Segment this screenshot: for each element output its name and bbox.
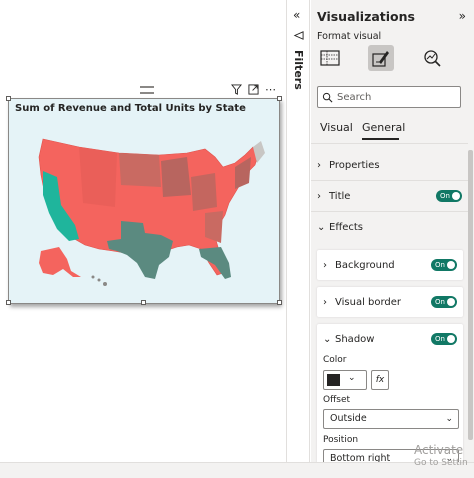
section-properties-label: Properties	[329, 159, 380, 171]
more-options-icon[interactable]: ⋯	[265, 84, 276, 98]
filter-funnel-icon	[293, 30, 304, 44]
shadow-offset-value: Outside	[330, 413, 367, 424]
section-visual-border[interactable]: › Visual border On	[317, 287, 463, 317]
visual-border-card: › Visual border On	[317, 287, 463, 317]
focus-mode-icon[interactable]	[248, 84, 259, 98]
chevron-down-icon: ⌄	[323, 333, 332, 345]
chevron-right-icon: ›	[323, 259, 327, 271]
section-properties[interactable]: › Properties	[311, 150, 468, 180]
resize-handle-bottom[interactable]	[141, 300, 146, 305]
map-region-midwest	[161, 157, 191, 197]
map-region-hawaii-3	[103, 282, 107, 286]
map-region-plains	[119, 153, 161, 187]
section-title-label: Title	[329, 190, 351, 202]
resize-handle-top-left[interactable]	[6, 96, 11, 101]
chevron-down-icon: ⌄	[317, 221, 326, 233]
shadow-offset-dropdown[interactable]: Outside ⌄	[323, 409, 459, 429]
section-title[interactable]: › Title On	[311, 181, 468, 211]
shadow-toggle[interactable]: On	[431, 333, 457, 345]
section-shadow[interactable]: ⌄ Shadow On	[317, 324, 463, 354]
filters-pane-collapsed[interactable]: « Filters	[286, 0, 310, 462]
section-effects-label: Effects	[329, 221, 363, 233]
background-toggle[interactable]: On	[431, 259, 457, 271]
color-swatch	[327, 374, 340, 386]
filters-label[interactable]: Filters	[292, 50, 305, 90]
resize-handle-bottom-left[interactable]	[6, 300, 11, 305]
search-icon	[322, 88, 333, 107]
shadow-offset-label: Offset	[323, 395, 351, 405]
status-strip	[0, 462, 474, 478]
collapse-pane-icon[interactable]: «	[293, 8, 300, 22]
map-region-mountain	[79, 147, 117, 207]
build-visual-icon[interactable]	[317, 45, 343, 71]
chevron-right-icon: ›	[323, 296, 327, 308]
section-effects[interactable]: ⌄ Effects	[311, 212, 468, 242]
section-shadow-label: Shadow	[335, 333, 375, 345]
chevron-right-icon: ›	[317, 159, 321, 171]
map-region-alaska	[39, 247, 81, 277]
visual-title: Sum of Revenue and Total Units by State	[15, 103, 246, 114]
windows-activation-watermark: Activate Go to Settin	[414, 444, 468, 470]
chevron-down-icon: ⌄	[348, 373, 356, 383]
shadow-color-label: Color	[323, 355, 347, 365]
pane-title: Visualizations	[317, 9, 415, 24]
power-bi-report: ⋯ Sum of Revenue and Total Units by Stat…	[0, 0, 474, 478]
watermark-line-2: Go to Settin	[414, 458, 468, 468]
map-region-florida	[199, 247, 231, 279]
filled-map[interactable]	[9, 117, 279, 303]
section-background[interactable]: › Background On	[317, 250, 463, 280]
format-visual-icon[interactable]	[368, 45, 394, 71]
map-region-hawaii-1	[91, 275, 95, 279]
active-tab-indicator	[362, 138, 399, 140]
conditional-format-button[interactable]: fx	[371, 370, 389, 390]
search-input[interactable]	[337, 91, 449, 103]
map-region-east-central	[191, 173, 217, 211]
tab-general[interactable]: General	[362, 121, 405, 134]
section-background-label: Background	[335, 259, 395, 271]
visualizations-pane: Visualizations » Format visual Visual Ge…	[311, 0, 474, 469]
resize-handle-top-right[interactable]	[277, 96, 282, 101]
watermark-line-1: Activate	[414, 443, 464, 457]
resize-handle-bottom-right[interactable]	[277, 300, 282, 305]
visual-border-toggle[interactable]: On	[431, 296, 457, 308]
section-visual-border-label: Visual border	[335, 296, 402, 308]
us-map-svg	[38, 138, 265, 286]
search-box[interactable]	[317, 86, 461, 108]
pane-subtitle: Format visual	[317, 31, 382, 42]
visual-header: ⋯	[8, 84, 280, 98]
shadow-position-label: Position	[323, 435, 359, 445]
tab-visual[interactable]: Visual	[320, 121, 353, 134]
map-visual[interactable]: Sum of Revenue and Total Units by State	[8, 98, 280, 304]
expand-pane-icon[interactable]: »	[459, 9, 466, 23]
chevron-down-icon: ⌄	[445, 414, 453, 424]
drag-grip[interactable]	[140, 86, 154, 94]
map-region-hawaii-2	[97, 278, 101, 282]
tabs-divider	[311, 143, 468, 144]
pane-scrollbar[interactable]	[468, 150, 473, 440]
filter-icon[interactable]	[230, 84, 243, 98]
chevron-right-icon: ›	[317, 190, 321, 202]
background-card: › Background On	[317, 250, 463, 280]
shadow-color-picker[interactable]: ⌄	[323, 370, 367, 390]
title-toggle[interactable]: On	[436, 190, 462, 202]
analytics-icon[interactable]	[419, 45, 445, 71]
